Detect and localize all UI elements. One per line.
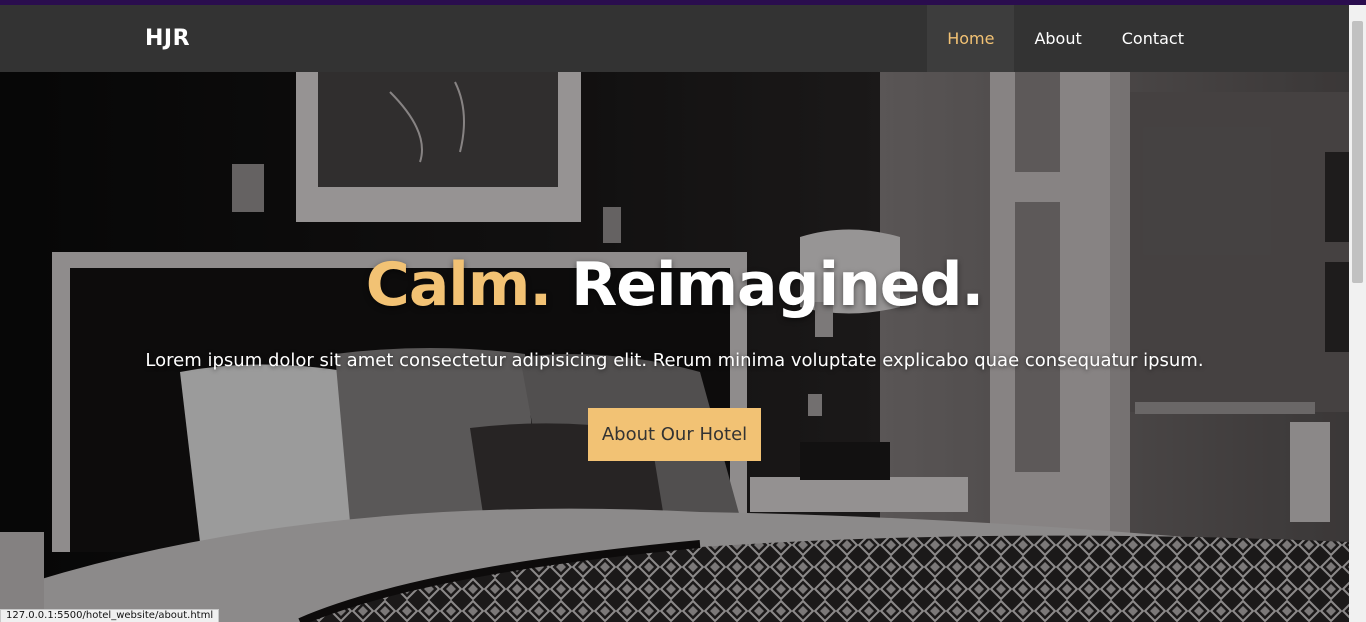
vertical-scrollbar[interactable] [1349, 5, 1366, 622]
nav-link-home[interactable]: Home [927, 5, 1015, 72]
about-our-hotel-button[interactable]: About Our Hotel [588, 408, 761, 461]
nav-link-about[interactable]: About [1014, 5, 1101, 72]
brand-logo[interactable]: HJR [145, 5, 190, 72]
navbar: HJR Home About Contact [0, 5, 1349, 72]
browser-status-url: 127.0.0.1:5500/hotel_website/about.html [0, 609, 220, 622]
hero-dark-overlay [0, 72, 1349, 622]
hero-section: Calm. Reimagined. Lorem ipsum dolor sit … [0, 72, 1349, 622]
nav-link-contact[interactable]: Contact [1102, 5, 1204, 72]
nav-links: Home About Contact [927, 5, 1204, 72]
hero-title: Calm. Reimagined. [0, 250, 1349, 320]
hero-subtitle: Lorem ipsum dolor sit amet consectetur a… [145, 350, 1204, 371]
scrollbar-thumb[interactable] [1352, 21, 1363, 283]
hero-title-accent: Calm. [365, 250, 552, 320]
hero-title-rest: Reimagined. [571, 250, 984, 320]
